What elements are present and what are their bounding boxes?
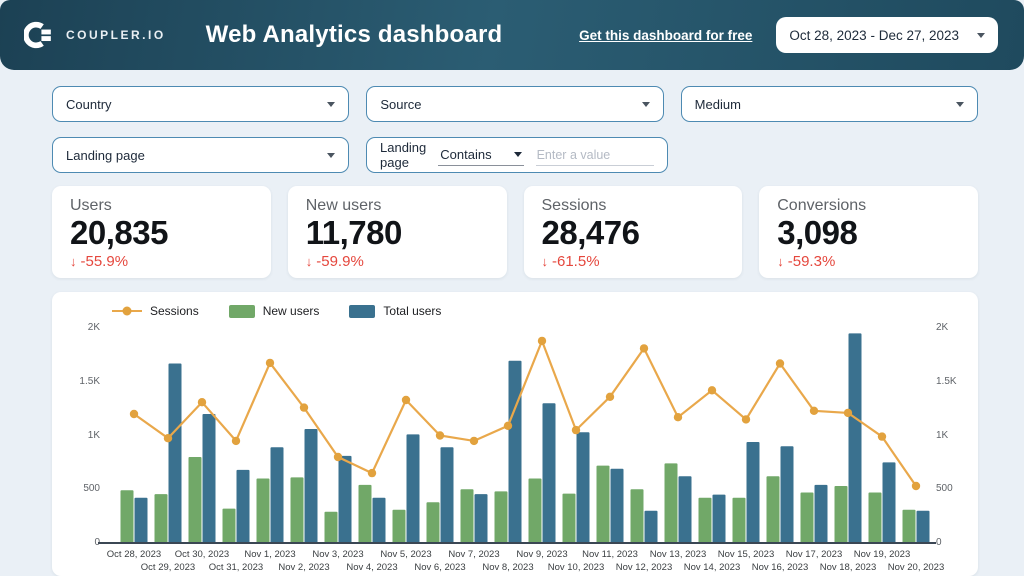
get-dashboard-link[interactable]: Get this dashboard for free	[579, 28, 752, 43]
coupler-logo-icon	[24, 21, 51, 49]
arrow-down-icon: ↓	[305, 253, 313, 269]
legend-item-new-users[interactable]: New users	[228, 304, 320, 318]
arrow-down-icon: ↓	[70, 253, 77, 269]
landing-page-contains-filter: Landing page Contains	[366, 137, 668, 173]
filter-row-2: Landing page Landing page Contains	[52, 137, 978, 173]
legend-item-total-users[interactable]: Total users	[349, 304, 441, 318]
coupler-logo-text: COUPLER.IO	[66, 28, 166, 42]
kpi-label: Users	[70, 197, 112, 214]
coupler-logo[interactable]: COUPLER.IO	[24, 19, 166, 51]
sessions-line-swatch	[112, 306, 142, 316]
kpi-card-users: Users 20,835 ↓ -55.9%	[52, 186, 271, 278]
landing-page-filter[interactable]: Landing page	[52, 137, 349, 173]
new-users-swatch	[228, 304, 255, 318]
country-filter[interactable]: Country	[52, 86, 350, 122]
kpi-delta: -55.9%	[80, 252, 129, 270]
total-users-swatch	[349, 304, 376, 318]
chevron-down-icon	[977, 32, 985, 38]
date-range-picker[interactable]: Oct 28, 2023 - Dec 27, 2023	[776, 17, 998, 53]
traffic-chart-card: Sessions New users Total users 05001K1.5…	[52, 292, 978, 576]
country-filter-label: Country	[66, 96, 112, 112]
landing-page-value-input[interactable]	[535, 144, 654, 166]
contains-operator-value: Contains	[440, 147, 492, 162]
legend-item-sessions[interactable]: Sessions	[112, 304, 199, 318]
chart-legend: Sessions New users Total users	[112, 304, 441, 318]
date-range-value: Oct 28, 2023 - Dec 27, 2023	[789, 27, 959, 43]
x-axis-line	[98, 542, 936, 544]
kpi-card-sessions: Sessions 28,476 ↓ -61.5%	[523, 186, 743, 278]
kpi-value: 20,835	[70, 214, 168, 251]
kpi-label: Conversions	[777, 197, 867, 214]
kpi-value: 3,098	[777, 214, 858, 251]
kpi-label: Sessions	[541, 197, 607, 214]
medium-filter-label: Medium	[694, 96, 741, 112]
legend-label: Sessions	[150, 304, 199, 318]
kpi-delta: -59.3%	[787, 252, 836, 270]
kpi-label: New users	[305, 197, 382, 214]
source-filter[interactable]: Source	[366, 86, 664, 122]
kpi-value: 28,476	[541, 214, 640, 251]
chevron-down-icon	[513, 152, 522, 157]
kpi-card-conversions: Conversions 3,098 ↓ -59.3%	[759, 186, 978, 278]
landing-page-filter-label: Landing page	[66, 147, 145, 163]
medium-filter[interactable]: Medium	[680, 86, 978, 122]
kpi-delta: -61.5%	[552, 252, 600, 270]
kpi-card-new-users: New users 11,780 ↓ -59.9%	[287, 186, 507, 278]
app-header: COUPLER.IO Web Analytics dashboard Get t…	[0, 0, 1024, 70]
landing-page-contains-label: Landing page	[380, 140, 427, 170]
kpi-section: Users 20,835 ↓ -55.9% New users 11,780 ↓ -…	[52, 186, 978, 278]
filter-row-1: Country Source Medium	[52, 86, 978, 122]
chevron-down-icon	[327, 152, 335, 158]
legend-label: New users	[262, 304, 320, 318]
chevron-down-icon	[955, 101, 964, 107]
chevron-down-icon	[327, 101, 336, 107]
chart-canvas[interactable]	[117, 320, 933, 543]
legend-label: Total users	[383, 304, 442, 318]
kpi-value: 11,780	[305, 214, 403, 251]
arrow-down-icon: ↓	[777, 253, 784, 269]
kpi-delta: -59.9%	[316, 252, 364, 270]
chevron-down-icon	[641, 101, 650, 107]
arrow-down-icon: ↓	[541, 253, 549, 269]
filters-section: Country Source Medium Landing page Landi…	[52, 86, 978, 173]
contains-operator-select[interactable]: Contains	[438, 144, 524, 166]
source-filter-label: Source	[380, 96, 422, 112]
page-title: Web Analytics dashboard	[205, 21, 503, 48]
